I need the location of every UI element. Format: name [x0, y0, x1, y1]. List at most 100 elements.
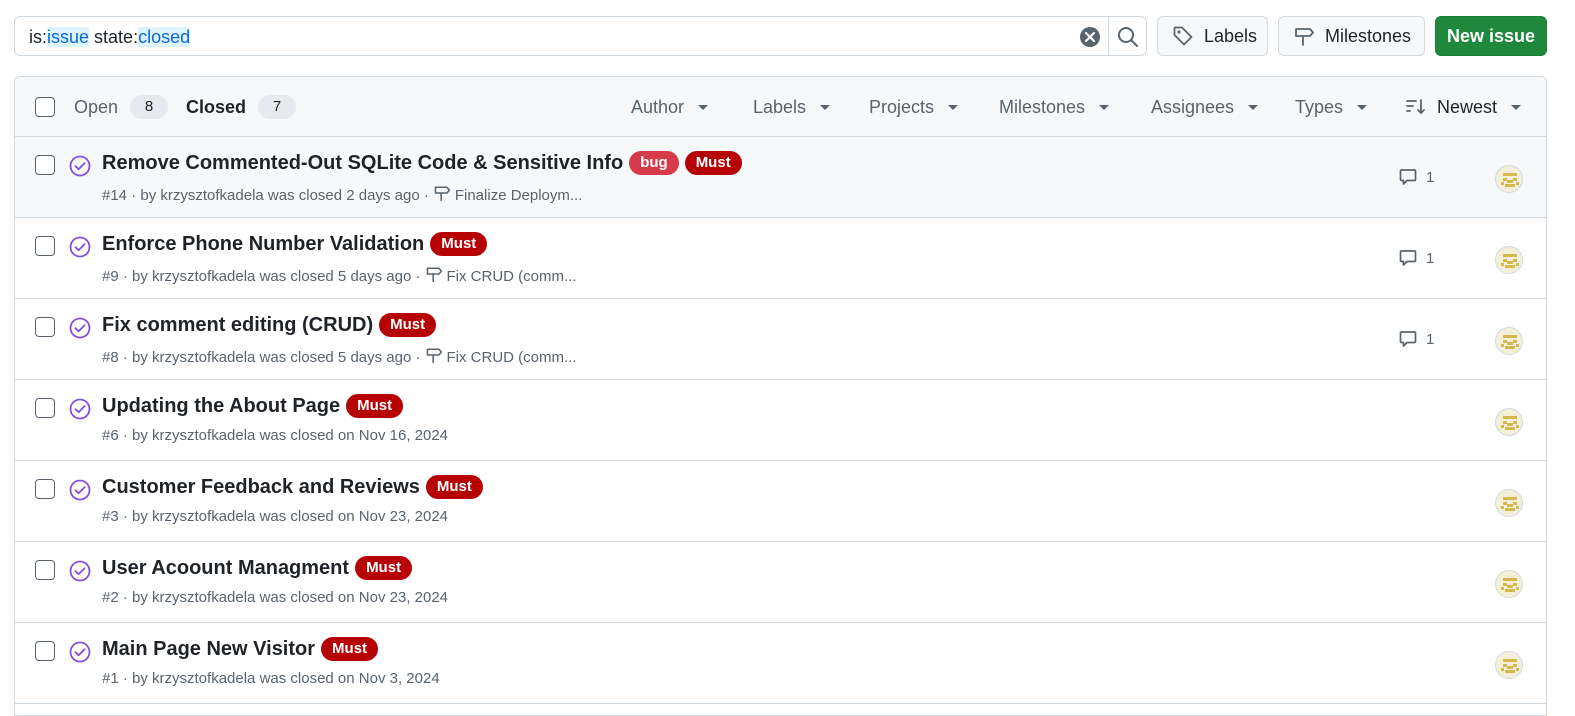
- issue-checkbox[interactable]: [35, 479, 55, 499]
- issue-row[interactable]: Updating the About Page Must #6 · by krzys…: [15, 380, 1546, 461]
- assignees-filter-label: Assignees: [1151, 97, 1235, 117]
- assignee-avatar[interactable]: [1495, 651, 1523, 679]
- labels-button[interactable]: Labels: [1157, 16, 1268, 56]
- comment-count: 1: [1426, 249, 1435, 267]
- issue-meta-text: #6 · by krzysztofkadela was closed on No…: [102, 427, 449, 444]
- issue-title-link[interactable]: Main Page New Visitor: [102, 636, 315, 662]
- types-filter-label: Types: [1295, 97, 1344, 117]
- label-badge-must[interactable]: Must: [425, 475, 483, 499]
- milestones-button[interactable]: Milestones: [1278, 16, 1425, 56]
- milestone-icon: [425, 346, 443, 368]
- types-filter[interactable]: Types: [1295, 95, 1368, 119]
- issue-row[interactable]: Remove Commented-Out SQLite Code & Sensi…: [15, 137, 1546, 218]
- issue-row[interactable]: Customer Feedback and Reviews Must #3 · by…: [15, 461, 1546, 542]
- milestone-link[interactable]: Fix CRUD (comm...: [447, 349, 577, 366]
- issue-meta-text: #1 · by krzysztofkadela was closed on No…: [102, 670, 440, 687]
- closed-tab-label: Closed: [186, 97, 247, 117]
- issue-title-link[interactable]: Remove Commented-Out SQLite Code & Sensi…: [102, 150, 623, 176]
- open-issues-tab[interactable]: Open 8: [74, 95, 169, 119]
- search-query[interactable]: is:issue state:closed: [29, 26, 191, 48]
- issue-row[interactable]: Main Page New Visitor Must #1 · by krzyszt…: [15, 623, 1546, 704]
- issue-checkbox[interactable]: [35, 560, 55, 580]
- assignee-avatar[interactable]: [1495, 489, 1523, 517]
- search-icon: [1118, 27, 1138, 47]
- issue-row[interactable]: Fix comment editing (CRUD) Must #8 · by kr…: [15, 299, 1546, 380]
- label-badge-must[interactable]: Must: [346, 394, 404, 418]
- sort-dropdown-label: Newest: [1437, 97, 1498, 117]
- comment-icon: [1399, 169, 1417, 185]
- search-button[interactable]: [1116, 25, 1140, 49]
- issue-meta: #8 · by krzysztofkadela was closed 5 day…: [102, 346, 577, 368]
- issue-checkbox[interactable]: [35, 236, 55, 256]
- assignee-avatar[interactable]: [1495, 327, 1523, 355]
- issue-row[interactable]: User Acoount Managment Must #2 · by krzysz…: [15, 542, 1546, 623]
- issue-title-link[interactable]: Updating the About Page: [102, 393, 340, 419]
- comments-link[interactable]: 1: [1398, 329, 1434, 349]
- chevron-down-icon: [1511, 104, 1522, 110]
- search-input[interactable]: is:issue state:closed: [14, 16, 1147, 56]
- issue-title-line: Customer Feedback and Reviews Must: [102, 474, 483, 500]
- label-badge-must[interactable]: Must: [684, 151, 742, 175]
- issue-title-line: Updating the About Page Must: [102, 393, 404, 419]
- labels-filter[interactable]: Labels: [753, 95, 831, 119]
- milestones-button-label: Milestones: [1325, 25, 1412, 46]
- query-token-value: issue: [47, 27, 90, 47]
- new-issue-button[interactable]: New issue: [1435, 16, 1547, 56]
- query-token-key: is:: [29, 27, 47, 47]
- milestone-link[interactable]: Finalize Deploym...: [455, 187, 583, 204]
- closed-count-badge: 7: [258, 95, 297, 119]
- chevron-down-icon: [820, 104, 831, 110]
- assignee-avatar[interactable]: [1495, 246, 1523, 274]
- author-filter[interactable]: Author: [631, 95, 709, 119]
- issue-row[interactable]: Enforce Phone Number Validation Must #9 · …: [15, 218, 1546, 299]
- clear-icon: [1080, 27, 1100, 47]
- assignee-avatar[interactable]: [1495, 570, 1523, 598]
- author-filter-label: Author: [631, 97, 685, 117]
- label-badge-must[interactable]: Must: [321, 637, 379, 661]
- issue-meta-text: #14 · by krzysztofkadela was closed 2 da…: [102, 186, 429, 204]
- projects-filter[interactable]: Projects: [869, 95, 959, 119]
- assignee-avatar[interactable]: [1495, 408, 1523, 436]
- label-badge-must[interactable]: Must: [355, 556, 413, 580]
- issue-title-link[interactable]: Fix comment editing (CRUD): [102, 312, 373, 338]
- milestones-filter[interactable]: Milestones: [999, 95, 1110, 119]
- chevron-down-icon: [1099, 104, 1110, 110]
- issue-checkbox[interactable]: [35, 317, 55, 337]
- issue-title-link[interactable]: User Acoount Managment: [102, 555, 349, 581]
- issue-meta: #14 · by krzysztofkadela was closed 2 da…: [102, 184, 582, 206]
- select-all-checkbox[interactable]: [35, 97, 55, 117]
- label-badge-bug[interactable]: bug: [629, 151, 679, 175]
- issue-meta-text: #3 · by krzysztofkadela was closed on No…: [102, 508, 449, 525]
- issue-checkbox[interactable]: [35, 641, 55, 661]
- label-badge-must[interactable]: Must: [430, 232, 488, 256]
- issue-closed-icon: [69, 236, 91, 258]
- issue-meta-text: #9 · by krzysztofkadela was closed 5 day…: [102, 267, 421, 285]
- issue-title-link[interactable]: Enforce Phone Number Validation: [102, 231, 424, 257]
- open-count-badge: 8: [130, 95, 169, 119]
- issue-closed-icon: [69, 155, 91, 177]
- issue-title-line: Main Page New Visitor Must: [102, 636, 379, 662]
- issue-closed-icon: [69, 317, 91, 339]
- label-badge-must[interactable]: Must: [379, 313, 437, 337]
- assignees-filter[interactable]: Assignees: [1151, 95, 1259, 119]
- chevron-down-icon: [1357, 104, 1368, 110]
- milestone-link[interactable]: Fix CRUD (comm...: [447, 268, 577, 285]
- query-token-key: state:: [94, 27, 139, 47]
- sort-dropdown[interactable]: Newest: [1405, 95, 1522, 119]
- comments-link[interactable]: 1: [1398, 248, 1434, 268]
- issue-title-line: Remove Commented-Out SQLite Code & Sensi…: [102, 150, 742, 176]
- issue-title-link[interactable]: Customer Feedback and Reviews: [102, 474, 420, 500]
- closed-issues-tab[interactable]: Closed 7: [186, 95, 297, 119]
- issue-checkbox[interactable]: [35, 398, 55, 418]
- clear-search-button[interactable]: [1079, 26, 1101, 48]
- assignee-avatar[interactable]: [1495, 165, 1523, 193]
- issue-closed-icon: [69, 398, 91, 420]
- issue-closed-icon: [69, 641, 91, 663]
- comments-link[interactable]: 1: [1398, 167, 1434, 187]
- comment-icon: [1399, 250, 1417, 266]
- milestone-icon: [425, 265, 443, 287]
- issue-checkbox[interactable]: [35, 155, 55, 175]
- labels-filter-label: Labels: [753, 97, 807, 117]
- issue-closed-icon: [69, 479, 91, 501]
- chevron-down-icon: [1248, 104, 1259, 110]
